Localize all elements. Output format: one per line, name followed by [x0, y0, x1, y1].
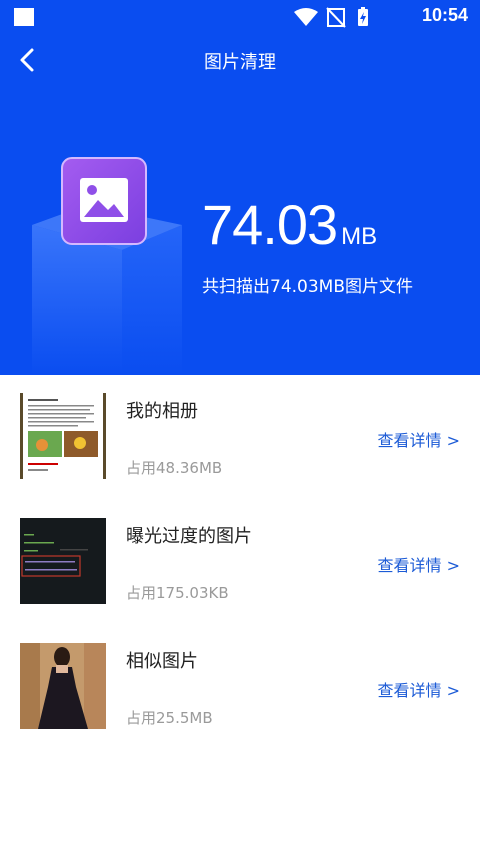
item-title: 曝光过度的图片 — [126, 526, 252, 547]
total-size-value: 74.03 — [202, 193, 338, 256]
item-usage: 占用25.5MB — [126, 709, 213, 727]
view-details-link[interactable]: 查看详情 > — [378, 427, 461, 451]
similar-thumbnail-image — [20, 643, 106, 729]
list-item[interactable]: 我的相册 占用48.36MB 查看详情 > — [0, 375, 480, 485]
notification-icon — [14, 8, 34, 26]
photo-illustration-icon — [32, 157, 182, 375]
scan-summary-text: 共扫描出74.03MB图片文件 — [202, 277, 413, 297]
view-details-link[interactable]: 查看详情 > — [378, 552, 461, 576]
list-item[interactable]: 相似图片 占用25.5MB 查看详情 > — [0, 625, 480, 735]
status-time: 10:54 — [421, 5, 468, 25]
item-title: 我的相册 — [126, 401, 198, 422]
view-details-link[interactable]: 查看详情 > — [378, 677, 461, 701]
wifi-icon — [294, 8, 318, 26]
total-size: 74.03 MB — [202, 192, 377, 257]
total-size-unit: MB — [341, 223, 378, 250]
list-item[interactable]: 曝光过度的图片 占用175.03KB 查看详情 > — [0, 500, 480, 610]
item-usage: 占用48.36MB — [126, 459, 223, 477]
page-title: 图片清理 — [204, 52, 276, 73]
status-icons — [294, 7, 368, 28]
status-bar: 10:54 — [0, 0, 480, 34]
album-thumbnail-image — [20, 393, 106, 479]
item-usage: 占用175.03KB — [126, 584, 229, 602]
top-bar: 图片清理 — [0, 34, 480, 86]
item-title: 相似图片 — [126, 651, 198, 672]
header-banner: 10:54 图片清理 74.03 MB 共扫描出74.03MB图片文件 — [0, 0, 480, 375]
overexposed-thumbnail-image — [20, 518, 106, 604]
